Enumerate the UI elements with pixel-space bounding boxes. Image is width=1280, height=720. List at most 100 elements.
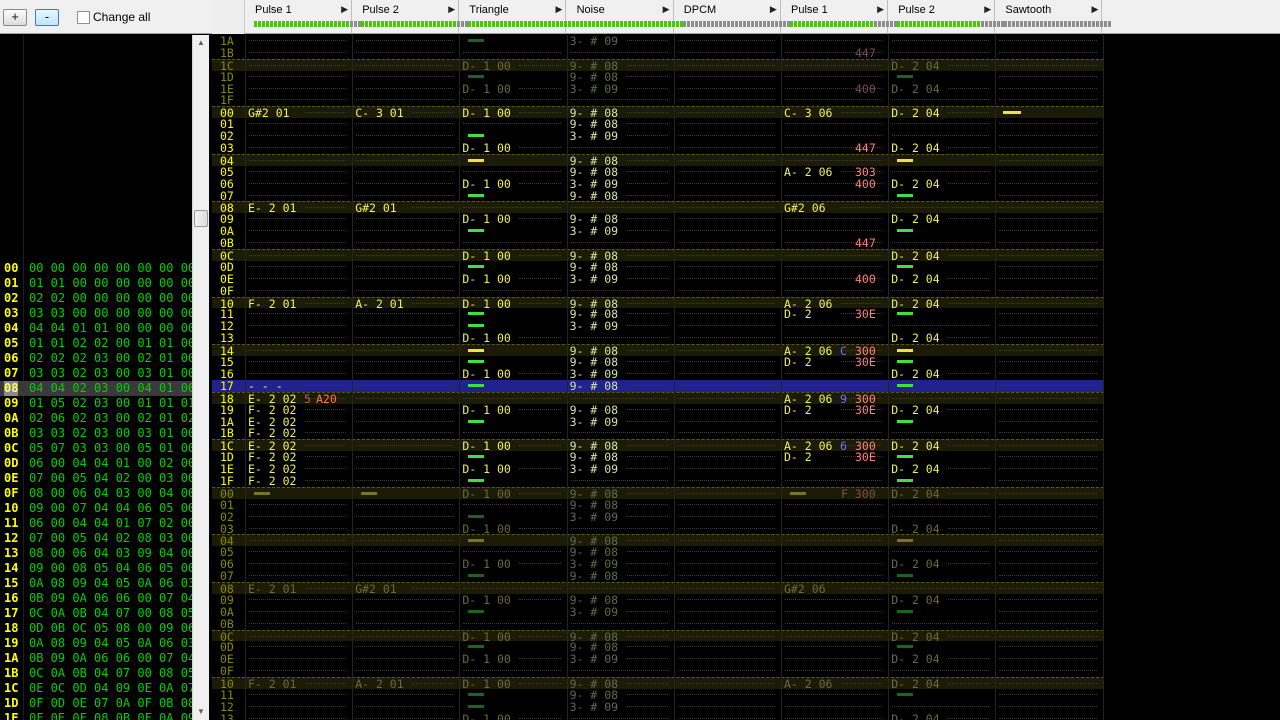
note-cell[interactable]: 3- # 09 — [570, 416, 618, 428]
pattern-row[interactable]: 1E D- 1 00 3- # 09 400 D- 2 04 — [212, 83, 1104, 95]
frame-row[interactable]: 09 01 05 02 03 00 01 01 01 — [0, 396, 195, 411]
pattern-row[interactable]: 12 3- # 09 — [212, 320, 1104, 332]
pattern-row[interactable]: 11 9- # 08 D- 2 30E — [212, 308, 1104, 320]
pattern-row[interactable]: 0E D- 1 00 3- # 09 D- 2 04 — [212, 653, 1104, 665]
frame-scrollbar[interactable]: ▲ ▼ — [192, 35, 209, 720]
scroll-up-arrow-icon[interactable]: ▲ — [193, 35, 209, 51]
note-cell[interactable]: 3- # 09 — [570, 273, 618, 285]
pattern-row[interactable]: 0D 9- # 08 — [212, 641, 1104, 653]
pattern-row[interactable]: 0D 9- # 08 — [212, 261, 1104, 273]
pattern-row[interactable]: 16 D- 1 00 3- # 09 D- 2 04 — [212, 368, 1104, 380]
effect-cell[interactable]: 30E — [855, 308, 876, 320]
note-cell[interactable]: D- 1 00 — [462, 404, 510, 416]
note-cell[interactable]: D- 2 04 — [891, 332, 939, 344]
note-cell[interactable]: D- 1 00 — [462, 713, 510, 720]
pattern-row[interactable]: 0F — [212, 665, 1104, 677]
frame-row[interactable]: 1D 0F 0D 0E 07 0A 0F 0B 08 — [0, 696, 195, 711]
pattern-row[interactable]: 1D 9- # 08 — [212, 71, 1104, 83]
note-cell[interactable]: F- 2 02 — [248, 475, 296, 487]
note-cell[interactable]: 9- # 08 — [570, 190, 618, 202]
channel-header[interactable]: Pulse 1 ▶ — [245, 0, 361, 34]
channel-header[interactable]: Triangle ▶ — [459, 0, 576, 34]
note-cell[interactable]: D- 2 04 — [891, 368, 939, 380]
effect-cell[interactable]: 303 — [855, 166, 876, 178]
effect-cell[interactable]: 30E — [855, 451, 876, 463]
pattern-row[interactable]: 10 F- 2 01 A- 2 01 D- 1 00 9- # 08 A- 2 06 D- … — [212, 677, 1104, 690]
frame-row[interactable]: 05 01 01 02 02 00 01 01 00 — [0, 336, 195, 351]
expand-arrow-icon[interactable]: ▶ — [877, 4, 884, 15]
note-cell[interactable]: D- 2 04 — [891, 404, 939, 416]
pattern-row[interactable]: 02 3- # 09 — [212, 511, 1104, 523]
pattern-row[interactable]: 06 D- 1 00 3- # 09 400 D- 2 04 — [212, 178, 1104, 190]
note-cell[interactable]: D- 1 00 — [462, 332, 510, 344]
note-cell[interactable]: 9- # 08 — [570, 499, 618, 511]
pattern-row[interactable]: 1F F- 2 02 — [212, 475, 1104, 487]
pattern-row[interactable]: 12 3- # 09 — [212, 701, 1104, 713]
note-cell[interactable]: D- 1 00 — [462, 273, 510, 285]
note-cell[interactable]: 3- # 09 — [570, 320, 618, 332]
note-cell[interactable]: D- 1 00 — [462, 83, 510, 95]
expand-arrow-icon[interactable]: ▶ — [1091, 4, 1098, 15]
pattern-row[interactable]: 1D F- 2 02 9- # 08 D- 2 30E — [212, 451, 1104, 463]
frame-row[interactable]: 17 0C 0A 0B 04 07 00 08 05 — [0, 606, 195, 621]
change-all-checkbox[interactable]: Change all — [77, 10, 150, 24]
frame-row[interactable]: 04 04 04 01 01 00 00 00 00 — [0, 321, 195, 336]
note-cell[interactable]: F- 2 02 — [248, 404, 296, 416]
pattern-row[interactable]: 00 G#2 01 C- 3 01 D- 1 00 9- # 08 C- 3 06 D- 2… — [212, 106, 1104, 119]
frame-row[interactable]: 0F 08 00 06 04 03 00 04 00 — [0, 486, 195, 501]
note-cell[interactable]: 3- # 09 — [570, 35, 618, 47]
frame-row[interactable]: 18 0D 0B 0C 05 08 00 09 06 — [0, 621, 195, 636]
expand-arrow-icon[interactable]: ▶ — [770, 4, 777, 15]
expand-arrow-icon[interactable]: ▶ — [984, 4, 991, 15]
note-cell[interactable]: 3- # 09 — [570, 83, 618, 95]
note-cell[interactable]: D- 2 — [784, 308, 812, 320]
expand-arrow-icon[interactable]: ▶ — [663, 4, 670, 15]
frame-row[interactable]: 19 0A 08 09 04 05 0A 06 03 — [0, 636, 195, 651]
pattern-row[interactable]: 1B F- 2 02 — [212, 427, 1104, 439]
pattern-row[interactable]: 1E E- 2 02 D- 1 00 3- # 09 D- 2 04 — [212, 463, 1104, 475]
frame-row[interactable]: 10 09 00 07 04 04 06 05 00 — [0, 501, 195, 516]
frame-row[interactable]: 03 03 03 00 00 00 00 00 00 — [0, 306, 195, 321]
pattern-row[interactable]: 05 9- # 08 A- 2 06 303 — [212, 166, 1104, 178]
pattern-row[interactable]: 1B 447 — [212, 47, 1104, 59]
note-cell[interactable]: F- 2 02 — [248, 427, 296, 439]
note-cell[interactable]: D- 2 04 — [891, 594, 939, 606]
remove-frame-button[interactable]: - — [35, 9, 59, 26]
effect-cell[interactable]: 400 — [855, 83, 876, 95]
note-cell[interactable]: 3- # 09 — [570, 463, 618, 475]
channel-header[interactable]: Pulse 2 ▶ — [352, 0, 469, 34]
note-cell[interactable]: 3- # 09 — [570, 653, 618, 665]
pattern-row[interactable]: 03 D- 1 00 D- 2 04 — [212, 523, 1104, 535]
note-cell[interactable]: D- 1 00 — [462, 213, 510, 225]
note-cell[interactable]: 3- # 09 — [570, 130, 618, 142]
note-cell[interactable]: 9- # 08 — [570, 404, 618, 416]
effect-cell[interactable]: 30E — [855, 404, 876, 416]
effect-cell[interactable]: 447 — [855, 142, 876, 154]
note-cell[interactable]: D- 1 00 — [462, 653, 510, 665]
note-cell[interactable]: D- 2 — [784, 451, 812, 463]
note-cell[interactable]: D- 2 04 — [891, 273, 939, 285]
checkbox-box[interactable] — [77, 10, 90, 24]
channel-header[interactable]: Noise ▶ — [567, 0, 683, 34]
pattern-row[interactable]: 0C D- 1 00 9- # 08 D- 2 04 — [212, 629, 1104, 643]
add-frame-button[interactable]: + — [3, 9, 27, 26]
pattern-row[interactable]: 10 F- 2 01 A- 2 01 D- 1 00 9- # 08 A- 2 06 D- … — [212, 296, 1104, 310]
note-cell[interactable]: D- 2 04 — [891, 653, 939, 665]
frame-row[interactable]: 1E 0F 0E 0F 08 0B 0F 0A 09 — [0, 711, 195, 720]
scroll-down-arrow-icon[interactable]: ▼ — [193, 704, 209, 720]
frame-row[interactable]: 0C 05 07 03 03 00 05 01 00 — [0, 441, 195, 456]
pattern-grid[interactable]: 1A 3- # 09 1B 447 1C D- 1 00 9- # 08 D- 2 04 1D 9… — [212, 35, 1104, 720]
note-cell[interactable]: 3- # 09 — [570, 606, 618, 618]
effect-cell[interactable]: 30E — [855, 356, 876, 368]
pattern-row[interactable]: 18 E- 2 02 5 A20 A- 2 06 9 300 — [212, 391, 1104, 405]
pattern-row[interactable]: 1A E- 2 02 3- # 09 — [212, 416, 1104, 428]
expand-arrow-icon[interactable]: ▶ — [555, 4, 562, 15]
note-cell[interactable]: 9- # 08 — [570, 570, 618, 582]
frame-row[interactable]: 13 08 00 06 04 03 09 04 00 — [0, 546, 195, 561]
pattern-row[interactable]: 02 3- # 09 — [212, 130, 1104, 142]
pattern-row[interactable]: 07 9- # 08 — [212, 570, 1104, 582]
note-cell[interactable]: D- 1 00 — [462, 558, 510, 570]
frame-row[interactable]: 08 04 04 02 03 00 04 01 00 — [0, 381, 195, 396]
scroll-thumb[interactable] — [194, 210, 208, 227]
pattern-row[interactable]: 0B — [212, 618, 1104, 630]
